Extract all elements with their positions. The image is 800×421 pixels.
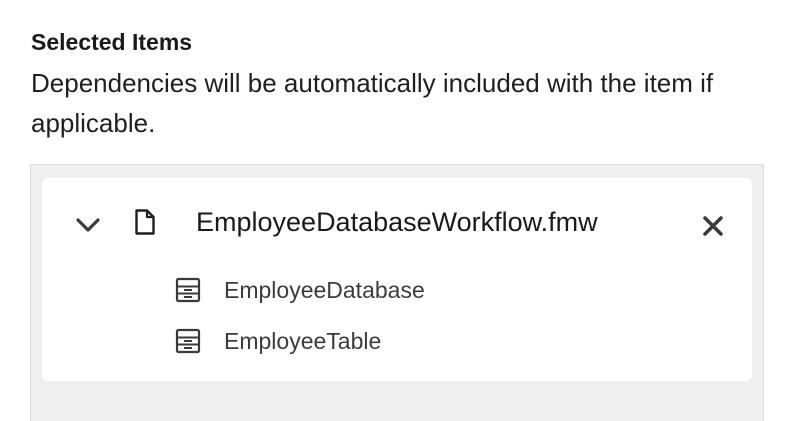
selected-item-card: EmployeeDatabaseWorkflow.fmw EmployeeDat… (42, 178, 752, 381)
table-icon (175, 328, 201, 354)
section-title: Selected Items (31, 29, 193, 55)
section-description: Dependencies will be automatically inclu… (31, 68, 714, 138)
table-icon (175, 277, 201, 303)
chevron-down-icon[interactable] (75, 216, 101, 234)
dependency-name: EmployeeDatabase (224, 277, 425, 303)
selected-item-name: EmployeeDatabaseWorkflow.fmw (196, 207, 598, 237)
file-icon (135, 209, 155, 235)
dependency-item: EmployeeDatabase (172, 273, 572, 307)
dependency-item: EmployeeTable (172, 324, 572, 358)
dependency-name: EmployeeTable (224, 328, 382, 354)
selected-items-panel: EmployeeDatabaseWorkflow.fmw EmployeeDat… (30, 164, 764, 421)
close-icon[interactable] (699, 212, 727, 240)
